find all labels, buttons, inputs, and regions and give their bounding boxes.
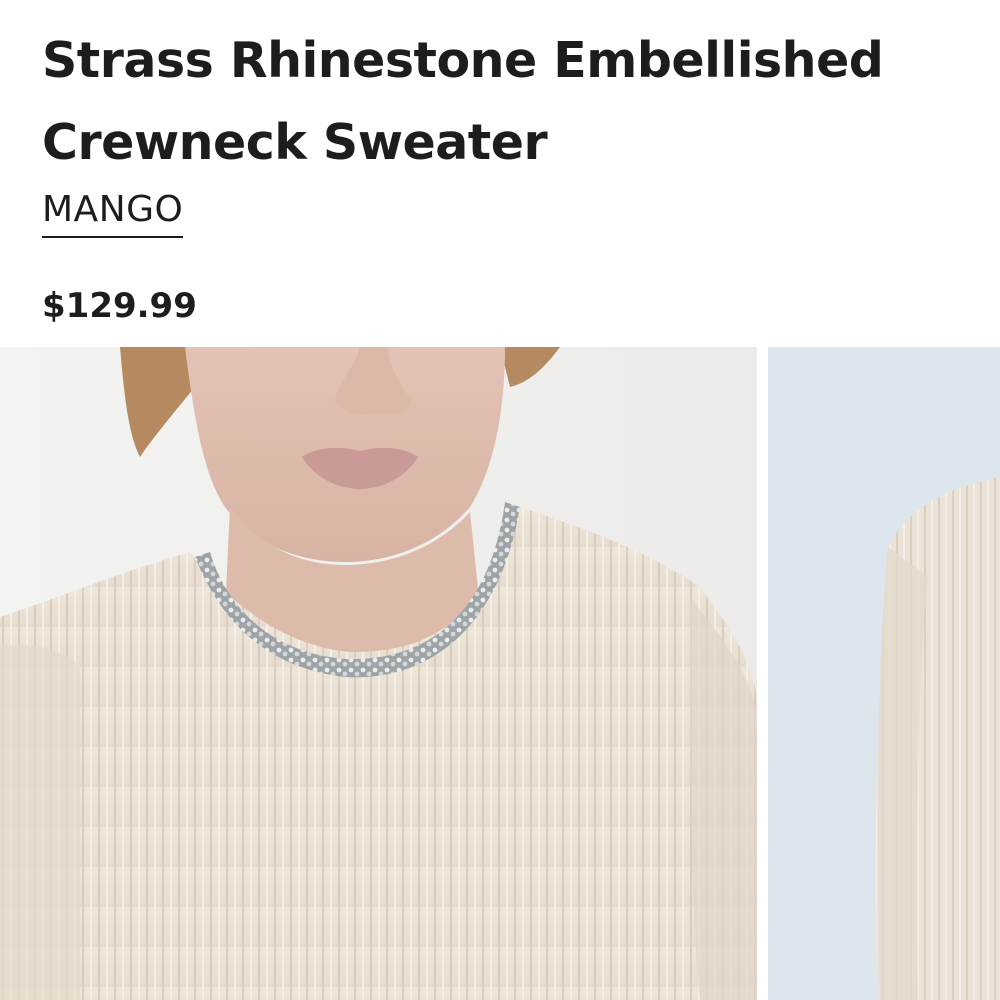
brand-link[interactable]: MANGO bbox=[42, 186, 184, 238]
product-page: Strass Rhinestone Embellished Crewneck S… bbox=[0, 0, 1000, 1000]
product-image-main[interactable] bbox=[0, 347, 757, 1000]
product-title: Strass Rhinestone Embellished Crewneck S… bbox=[42, 32, 884, 171]
product-photo-illustration bbox=[0, 347, 757, 1000]
product-price: $129.99 bbox=[42, 286, 197, 326]
image-gallery bbox=[0, 347, 1000, 1000]
product-image-secondary[interactable] bbox=[768, 347, 1000, 1000]
product-photo-illustration-secondary bbox=[768, 347, 1000, 1000]
